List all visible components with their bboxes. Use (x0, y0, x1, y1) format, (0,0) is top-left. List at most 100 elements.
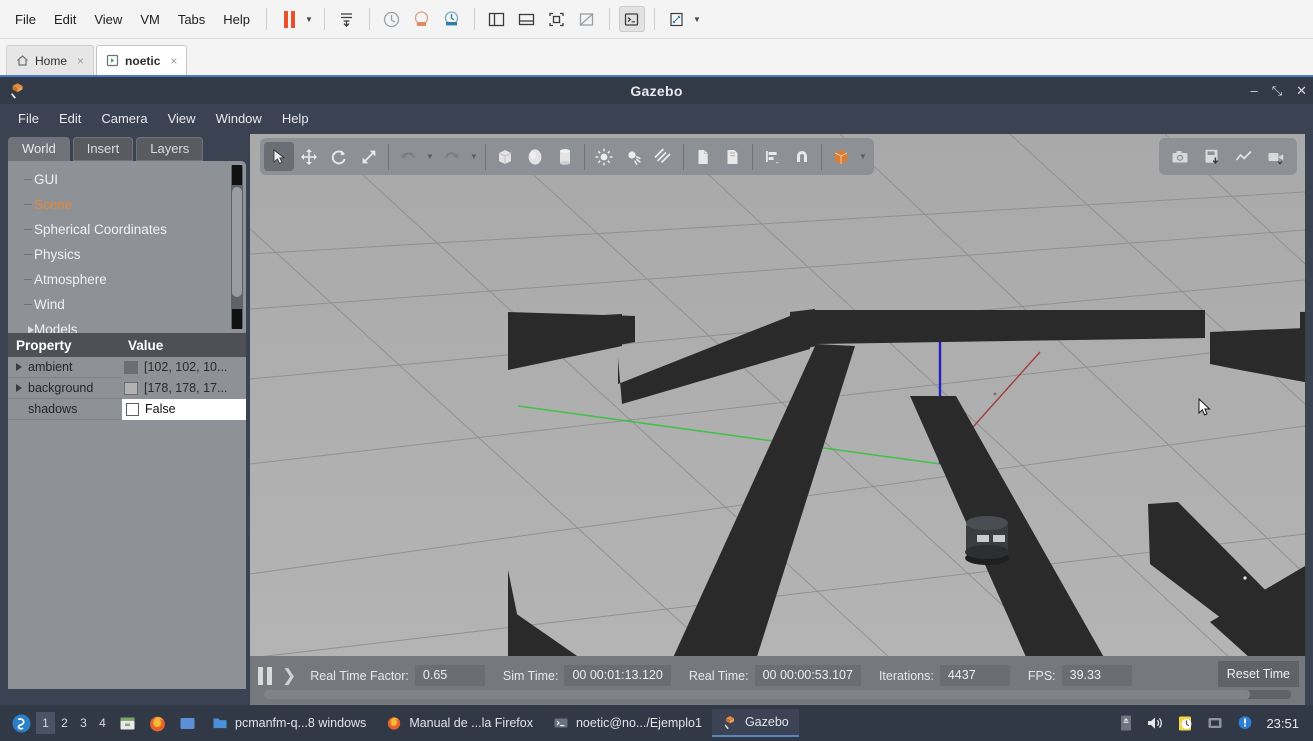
updates-icon[interactable] (1236, 714, 1254, 732)
directional-light-icon[interactable] (649, 142, 679, 171)
chevron-right-icon[interactable] (16, 384, 22, 392)
gz-menu-view[interactable]: View (158, 108, 206, 129)
redo-dropdown-caret[interactable]: ▼ (467, 152, 481, 161)
scene-render[interactable] (250, 134, 1305, 705)
spot-light-icon[interactable] (619, 142, 649, 171)
menu-tabs[interactable]: Tabs (169, 8, 214, 31)
world-tree[interactable]: GUI Scene Spherical Coordinates Physics … (8, 161, 246, 333)
video-record-icon[interactable] (1261, 142, 1291, 171)
render-viewport[interactable]: ▼ ▼ ▼ ❯ Real Time Factor: 0.65 Sim Time:… (250, 134, 1305, 705)
pause-dropdown-caret[interactable]: ▼ (305, 15, 313, 24)
property-name-cell[interactable]: background (8, 381, 122, 395)
copy-icon[interactable] (688, 142, 718, 171)
gz-menu-window[interactable]: Window (206, 108, 272, 129)
plot-icon[interactable] (1229, 142, 1259, 171)
taskbar-window-pcmanfm[interactable]: pcmanfm-q...8 windows (202, 709, 376, 737)
gz-menu-help[interactable]: Help (272, 108, 319, 129)
property-name-cell[interactable]: ambient (8, 360, 122, 374)
save-log-icon[interactable] (1197, 142, 1227, 171)
send-ctrl-alt-del-icon[interactable] (334, 6, 360, 32)
undo-dropdown-caret[interactable]: ▼ (423, 152, 437, 161)
table-row[interactable]: shadows False (8, 398, 246, 420)
minimize-icon[interactable]: – (1250, 84, 1257, 97)
cylinder-icon[interactable] (550, 142, 580, 171)
chevron-right-icon[interactable] (16, 363, 22, 371)
tree-item-models[interactable]: Models (8, 317, 246, 333)
snap-icon[interactable] (787, 142, 817, 171)
pause-icon[interactable] (276, 6, 302, 32)
tab-world[interactable]: World (8, 137, 70, 161)
translate-icon[interactable] (294, 142, 324, 171)
show-library-icon[interactable] (484, 6, 510, 32)
menu-view[interactable]: View (85, 8, 131, 31)
workspace-1[interactable]: 1 (36, 712, 55, 734)
close-icon[interactable]: ✕ (1296, 84, 1307, 97)
scroll-up-arrow[interactable] (232, 165, 242, 185)
pause-icon[interactable] (258, 666, 272, 685)
taskbar-window-gazebo[interactable]: Gazebo (711, 709, 799, 737)
align-icon[interactable] (757, 142, 787, 171)
layers-cube-icon[interactable] (826, 142, 856, 171)
terminal-icon[interactable] (174, 710, 200, 736)
tree-scrollbar[interactable] (231, 165, 243, 329)
table-row[interactable]: ambient [102, 102, 10... (8, 356, 246, 378)
workspace-2[interactable]: 2 (55, 712, 74, 734)
workspace-3[interactable]: 3 (74, 712, 93, 734)
snapshot-clock-icon[interactable] (379, 6, 405, 32)
network-icon[interactable] (1206, 715, 1224, 731)
scrollbar-thumb[interactable] (264, 690, 1250, 699)
menu-file[interactable]: File (6, 8, 45, 31)
taskbar-window-firefox[interactable]: Manual de ...la Firefox (376, 709, 543, 737)
box-icon[interactable] (490, 142, 520, 171)
step-forward-icon[interactable]: ❯ (282, 666, 296, 686)
gz-menu-file[interactable]: File (8, 108, 49, 129)
reset-time-button[interactable]: Reset Time (1217, 661, 1299, 687)
menu-help[interactable]: Help (214, 8, 259, 31)
manage-snapshots-icon[interactable] (439, 6, 465, 32)
maximize-icon[interactable]: ⤡ (1272, 84, 1282, 97)
clock[interactable]: 23:51 (1266, 716, 1299, 731)
vm-tab-noetic[interactable]: noetic × (96, 45, 188, 75)
vm-tab-home[interactable]: Home × (6, 45, 95, 75)
layers-dropdown-caret[interactable]: ▼ (856, 152, 870, 161)
fullscreen-icon[interactable] (544, 6, 570, 32)
show-thumbnail-bar-icon[interactable] (514, 6, 540, 32)
tree-item-scene[interactable]: Scene (8, 192, 246, 217)
console-view-icon[interactable] (618, 6, 645, 32)
scale-icon[interactable] (354, 142, 384, 171)
eject-icon[interactable] (1118, 714, 1134, 732)
gazebo-3d-scene[interactable] (250, 134, 1305, 658)
screenshot-camera-icon[interactable] (1165, 142, 1195, 171)
tab-layers[interactable]: Layers (136, 137, 204, 161)
stretch-view-icon[interactable] (664, 6, 690, 32)
tree-item-wind[interactable]: Wind (8, 292, 246, 317)
scroll-down-arrow[interactable] (232, 309, 242, 329)
tree-item-gui[interactable]: GUI (8, 167, 246, 192)
close-icon[interactable]: × (170, 54, 177, 68)
unity-mode-icon[interactable] (574, 6, 600, 32)
tab-insert[interactable]: Insert (72, 137, 134, 161)
gz-menu-edit[interactable]: Edit (49, 108, 91, 129)
chevron-right-icon[interactable] (28, 325, 34, 333)
files-icon[interactable] (114, 710, 140, 736)
timeline-scrollbar[interactable] (264, 690, 1291, 699)
select-arrow-icon[interactable] (264, 142, 294, 171)
sphere-icon[interactable] (520, 142, 550, 171)
revert-snapshot-icon[interactable] (409, 6, 435, 32)
taskbar-window-terminal[interactable]: noetic@no.../Ejemplo1 (543, 709, 712, 737)
property-value-cell[interactable]: [102, 102, 10... (122, 356, 246, 378)
scrollbar-thumb[interactable] (232, 187, 242, 297)
firefox-icon[interactable] (144, 710, 170, 736)
table-row[interactable]: background [178, 178, 17... (8, 377, 246, 399)
stretch-dropdown-caret[interactable]: ▼ (693, 15, 701, 24)
tree-item-spherical-coordinates[interactable]: Spherical Coordinates (8, 217, 246, 242)
tree-item-atmosphere[interactable]: Atmosphere (8, 267, 246, 292)
paste-icon[interactable] (718, 142, 748, 171)
tree-item-physics[interactable]: Physics (8, 242, 246, 267)
clipboard-icon[interactable] (1176, 714, 1194, 732)
rotate-icon[interactable] (324, 142, 354, 171)
undo-icon[interactable] (393, 142, 423, 171)
workspace-4[interactable]: 4 (93, 712, 112, 734)
menu-edit[interactable]: Edit (45, 8, 85, 31)
close-icon[interactable]: × (77, 54, 84, 68)
